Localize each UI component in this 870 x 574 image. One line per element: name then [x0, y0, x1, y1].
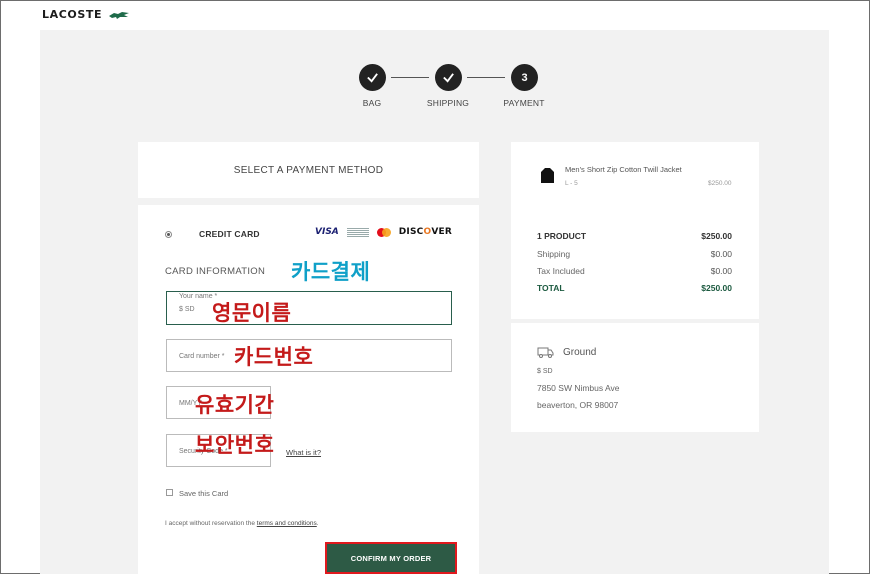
check-icon	[443, 73, 454, 83]
step-number: 3	[521, 71, 528, 84]
save-card-label: Save this Card	[179, 489, 229, 498]
annotation-card-payment: 카드결제	[291, 260, 371, 284]
step-label-bag: BAG	[362, 98, 382, 108]
security-code-help-link[interactable]: What is it?	[286, 448, 321, 457]
step-bag-done[interactable]	[359, 64, 386, 91]
terms-link[interactable]: terms and conditions	[257, 520, 317, 527]
brand-name: LACOSTE	[42, 8, 103, 21]
product-name: Men's Short Zip Cotton Twill Jacket	[565, 165, 682, 174]
check-icon	[367, 73, 378, 83]
credit-card-radio[interactable]	[165, 231, 172, 238]
card-logos: VISA DISCOVER	[315, 227, 452, 237]
step-shipping-done[interactable]	[435, 64, 462, 91]
truck-icon	[537, 347, 554, 358]
payment-method-title: SELECT A PAYMENT METHOD	[233, 164, 384, 176]
brand-logo[interactable]: LACOSTE	[42, 8, 130, 21]
visa-icon: VISA	[315, 227, 339, 237]
discover-icon: DISCOVER	[398, 227, 452, 237]
name-field-value: $ SD	[179, 306, 195, 313]
shipping-address-line1: 7850 SW Nimbus Ave	[537, 383, 620, 393]
annotation-english-name: 영문이름	[212, 301, 292, 325]
product-size: L - 5	[565, 180, 578, 187]
summary-tax-value: $0.00	[710, 266, 732, 276]
shipping-method: Ground	[563, 347, 597, 358]
summary-total-value: $250.00	[701, 283, 732, 293]
card-information-label: CARD INFORMATION	[165, 266, 266, 277]
crocodile-logo-icon	[109, 11, 130, 19]
product-price: $250.00	[708, 180, 732, 187]
step-label-shipping: SHIPPING	[426, 98, 470, 108]
shipping-name: $ SD	[537, 368, 553, 375]
confirm-order-button[interactable]: CONFIRM MY ORDER	[325, 542, 457, 574]
shipping-address-line2: beaverton, OR 98007	[537, 400, 619, 410]
jacket-icon	[541, 168, 554, 183]
name-field[interactable]: Your name * $ SD	[166, 291, 452, 325]
summary-shipping-value: $0.00	[710, 249, 732, 259]
step-payment-current: 3	[511, 64, 538, 91]
step-label-payment: PAYMENT	[503, 98, 545, 108]
summary-products-label: 1 PRODUCT	[537, 231, 587, 241]
card-number-placeholder: Card number *	[179, 353, 225, 360]
save-card-checkbox[interactable]	[166, 489, 173, 496]
annotation-card-number: 카드번호	[234, 345, 314, 369]
annotation-expiry: 유효기간	[195, 393, 275, 417]
terms-text: I accept without reservation the terms a…	[165, 520, 319, 527]
mastercard-icon	[376, 227, 391, 237]
annotation-security-code: 보안번호	[195, 433, 275, 457]
credit-card-label: CREDIT CARD	[199, 229, 260, 239]
shipping-summary-panel	[511, 323, 759, 432]
amex-icon	[346, 227, 369, 237]
step-connector	[391, 77, 429, 78]
summary-total-label: TOTAL	[537, 283, 565, 293]
summary-tax-label: Tax Included	[537, 266, 585, 276]
summary-products-value: $250.00	[701, 231, 732, 241]
summary-shipping-label: Shipping	[537, 249, 571, 259]
step-connector	[467, 77, 505, 78]
